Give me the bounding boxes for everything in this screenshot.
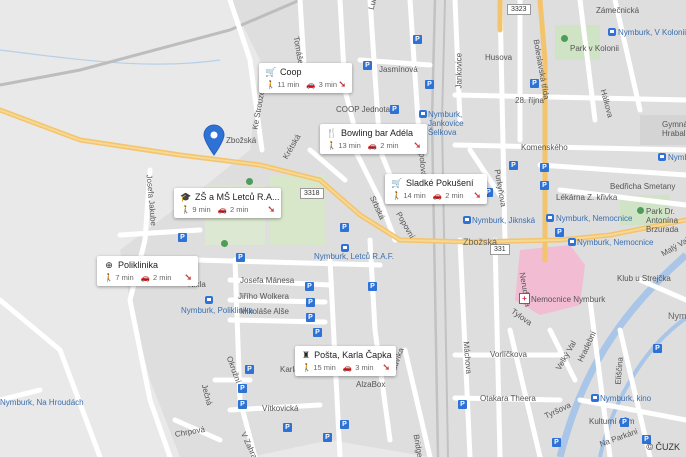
parking-icon: P — [530, 79, 539, 88]
poi-walk-time: 11 min — [277, 80, 300, 89]
parking-icon: P — [540, 163, 549, 172]
poi-card-posta-karla-capka[interactable]: ♜ Pošta, Karla Čapka 🚶 15 min 🚗 3 min ➘ — [295, 346, 396, 376]
poi-car-time: 3 min — [355, 363, 374, 372]
poi-walk-time: 9 min — [192, 205, 211, 214]
parking-icon: P — [238, 384, 247, 393]
bus-stop-icon[interactable] — [658, 153, 666, 161]
poi-name: Coop — [280, 67, 302, 77]
bus-stop-icon[interactable] — [608, 28, 616, 36]
car-icon: 🚗 — [306, 80, 316, 89]
poi-card-sladke-pokuseni[interactable]: 🛒 Sladké Pokušení 🚶 14 min 🚗 2 min ➘ — [385, 174, 487, 204]
poi-car-time: 2 min — [230, 205, 249, 214]
post-icon: ♜ — [302, 349, 311, 360]
location-pin-icon[interactable] — [203, 124, 225, 156]
hospital-icon: + — [519, 293, 530, 304]
bus-stop-icon[interactable] — [546, 214, 554, 222]
school-icon: 🎓 — [180, 191, 192, 202]
poi-car-time: 2 min — [380, 141, 399, 150]
car-icon: 🚗 — [432, 191, 443, 200]
bus-stop-icon[interactable] — [205, 296, 213, 304]
bus-stop-icon[interactable] — [341, 244, 349, 252]
map-canvas[interactable]: 3323 3318 331 Zámečnická Tomáše Ludvíka … — [0, 0, 686, 457]
poi-card-bowling-bar[interactable]: 🍴 Bowling bar Adéla 🚶 13 min 🚗 2 min ➘ — [320, 124, 427, 154]
poi-car-time: 2 min — [445, 191, 464, 200]
parking-icon: P — [340, 223, 349, 232]
parking-icon: P — [238, 400, 247, 409]
direction-arrow-icon: ➘ — [473, 190, 481, 200]
walk-icon: 🚶 — [392, 191, 402, 200]
parking-icon: P — [283, 423, 292, 432]
cart-icon: 🛒 — [265, 66, 277, 77]
medical-icon: ⊕ — [105, 259, 113, 270]
parking-icon: P — [552, 438, 561, 447]
car-icon: 🚗 — [140, 273, 151, 282]
poi-card-coop[interactable]: 🛒 Coop 🚶 11 min 🚗 3 min ➘ — [259, 63, 352, 93]
parking-icon: P — [555, 228, 564, 237]
park-icon — [246, 178, 253, 185]
parking-icon: P — [363, 61, 372, 70]
parking-icon: P — [458, 400, 467, 409]
poi-walk-time: 15 min — [313, 363, 336, 372]
parking-icon: P — [540, 181, 549, 190]
parking-icon: P — [178, 233, 187, 242]
poi-name: ZŠ a MŠ Letců R.A... — [195, 192, 280, 202]
poi-name: Sladké Pokušení — [406, 178, 474, 188]
walk-icon: 🚶 — [327, 141, 337, 150]
walk-icon: 🚶 — [104, 273, 114, 282]
direction-arrow-icon: ➘ — [267, 204, 275, 214]
parking-icon: P — [653, 344, 662, 353]
parking-icon: P — [236, 253, 245, 262]
direction-arrow-icon: ➘ — [184, 272, 192, 282]
map-copyright: © ČUZK — [646, 442, 680, 452]
car-icon: 🚗 — [342, 363, 353, 372]
poi-car-time: 2 min — [153, 273, 172, 282]
cart-icon: 🛒 — [391, 177, 403, 188]
parking-icon: P — [245, 365, 254, 374]
poi-card-poliklinika[interactable]: ⊕ Poliklinika 🚶 7 min 🚗 2 min ➘ — [97, 256, 198, 286]
park-icon — [221, 240, 228, 247]
walk-icon: 🚶 — [302, 363, 312, 372]
parking-icon: P — [413, 35, 422, 44]
park-icon — [637, 207, 644, 214]
poi-name: Bowling bar Adéla — [341, 128, 414, 138]
bus-stop-icon[interactable] — [419, 110, 427, 118]
poi-card-zs-ms-letcu[interactable]: 🎓 ZŠ a MŠ Letců R.A... 🚶 9 min 🚗 2 min ➘ — [174, 188, 281, 218]
parking-icon: P — [340, 420, 349, 429]
bus-stop-icon[interactable] — [591, 394, 599, 402]
car-icon: 🚗 — [217, 205, 228, 214]
park-icon — [561, 35, 568, 42]
parking-icon: P — [425, 80, 434, 89]
poi-car-time: 3 min — [318, 80, 337, 89]
direction-arrow-icon: ➘ — [413, 140, 421, 150]
direction-arrow-icon: ➘ — [338, 79, 346, 89]
parking-icon: P — [509, 161, 518, 170]
road-shield-331: 331 — [490, 244, 510, 255]
parking-icon: P — [306, 298, 315, 307]
walk-icon: 🚶 — [181, 205, 191, 214]
poi-walk-time: 7 min — [115, 273, 134, 282]
bus-stop-icon[interactable] — [568, 238, 576, 246]
poi-walk-time: 13 min — [338, 141, 361, 150]
direction-arrow-icon: ➘ — [382, 362, 390, 372]
parking-icon: P — [313, 328, 322, 337]
car-icon: 🚗 — [367, 141, 378, 150]
walk-icon: 🚶 — [266, 80, 276, 89]
bus-stop-icon[interactable] — [463, 216, 471, 224]
parking-icon: P — [323, 433, 332, 442]
road-shield-3318: 3318 — [300, 188, 324, 199]
parking-icon: P — [305, 282, 314, 291]
parking-icon: P — [368, 282, 377, 291]
parking-icon: P — [620, 418, 629, 427]
road-shield-3323: 3323 — [507, 4, 531, 15]
parking-icon: P — [390, 105, 399, 114]
parking-icon: P — [306, 313, 315, 322]
poi-name: Poliklinika — [118, 260, 159, 270]
fork-knife-icon: 🍴 — [326, 127, 338, 138]
poi-name: Pošta, Karla Čapka — [314, 350, 392, 360]
poi-walk-time: 14 min — [403, 191, 426, 200]
